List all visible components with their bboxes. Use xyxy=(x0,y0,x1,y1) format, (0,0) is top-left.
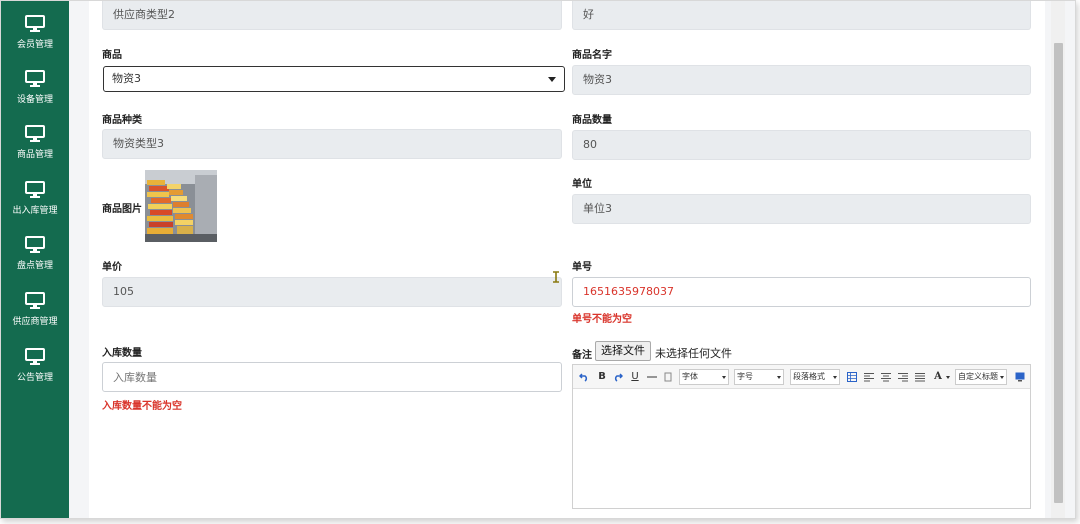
stock-in-error: 入库数量不能为空 xyxy=(102,401,182,412)
sidebar-item-label: 供应商管理 xyxy=(12,317,58,327)
goods-name-field[interactable]: 物资3 xyxy=(572,65,1031,95)
align-justify-icon[interactable] xyxy=(915,372,925,382)
align-left-icon[interactable] xyxy=(864,372,874,382)
preview-icon[interactable] xyxy=(1015,372,1025,382)
bold-button[interactable]: B xyxy=(597,370,607,384)
goods-kind-label: 商品种类 xyxy=(102,115,142,126)
goods-name-label: 商品名字 xyxy=(572,50,612,61)
goods-qty-field[interactable]: 80 xyxy=(572,130,1031,160)
chevron-down-icon xyxy=(777,376,781,379)
underline-button[interactable]: U xyxy=(630,370,640,384)
text-cursor-icon xyxy=(553,271,559,283)
scrollbar-thumb[interactable] xyxy=(1054,43,1063,503)
clear-format-icon[interactable] xyxy=(663,372,673,382)
monitor-icon xyxy=(25,292,45,309)
redo-icon[interactable] xyxy=(613,372,623,382)
custom-title-select[interactable]: 自定义标题 xyxy=(955,369,1007,385)
horizontal-rule-icon[interactable] xyxy=(647,372,657,382)
align-right-icon[interactable] xyxy=(898,372,908,382)
sidebar-item-goods[interactable]: 商品管理 xyxy=(1,115,69,165)
goods-kind-field[interactable]: 物资类型3 xyxy=(102,129,562,159)
stock-in-input[interactable] xyxy=(102,362,562,392)
sidebar-item-announcements[interactable]: 公告管理 xyxy=(1,338,69,388)
remark-label: 备注 xyxy=(572,350,592,361)
monitor-icon xyxy=(25,15,45,32)
order-no-error: 单号不能为空 xyxy=(572,314,632,325)
sidebar: 会员管理 设备管理 商品管理 出入库管理 盘点管理 供应商管理 公告管理 xyxy=(1,1,69,518)
sidebar-item-devices[interactable]: 设备管理 xyxy=(1,60,69,110)
sidebar-item-label: 盘点管理 xyxy=(16,261,53,271)
app-window: 会员管理 设备管理 商品管理 出入库管理 盘点管理 供应商管理 公告管理 供应商… xyxy=(0,0,1076,519)
stock-in-label: 入库数量 xyxy=(102,348,142,359)
sidebar-item-members[interactable]: 会员管理 xyxy=(1,5,69,55)
goods-image-label: 商品图片 xyxy=(102,204,142,215)
sidebar-item-inventory-check[interactable]: 盘点管理 xyxy=(1,226,69,276)
vertical-scrollbar[interactable] xyxy=(1051,1,1065,518)
unit-field[interactable]: 单位3 xyxy=(572,194,1031,224)
sidebar-item-label: 会员管理 xyxy=(16,40,53,50)
sidebar-item-suppliers[interactable]: 供应商管理 xyxy=(1,282,69,332)
goods-image[interactable] xyxy=(145,170,217,242)
goods-photo-icon xyxy=(145,170,217,242)
table-icon[interactable] xyxy=(847,372,857,382)
goods-label: 商品 xyxy=(102,50,122,61)
sidebar-item-label: 公告管理 xyxy=(16,373,53,383)
editor-toolbar: B U 字体 字号 段落格式 A 自定义标题 xyxy=(573,365,1030,389)
monitor-icon xyxy=(25,70,45,87)
undo-icon[interactable] xyxy=(579,372,589,382)
chevron-down-icon xyxy=(833,376,837,379)
font-family-select[interactable]: 字体 xyxy=(679,369,729,385)
choose-file-button[interactable]: 选择文件 xyxy=(595,341,651,361)
no-file-text: 未选择任何文件 xyxy=(655,347,732,360)
goods-qty-label: 商品数量 xyxy=(572,115,612,126)
monitor-icon xyxy=(25,125,45,142)
sidebar-item-label: 商品管理 xyxy=(16,150,53,160)
unit-label: 单位 xyxy=(572,179,592,190)
price-field[interactable]: 105 xyxy=(102,277,562,307)
sidebar-item-stock-inout[interactable]: 出入库管理 xyxy=(1,171,69,221)
monitor-icon xyxy=(25,348,45,365)
sidebar-item-label: 出入库管理 xyxy=(12,206,58,216)
goods-select[interactable]: 物资3 xyxy=(103,66,565,92)
chevron-down-icon xyxy=(946,376,950,379)
chevron-down-icon xyxy=(1000,376,1004,379)
goods-select-value: 物资3 xyxy=(112,72,141,85)
supplier-type-field[interactable]: 供应商类型2 xyxy=(102,1,562,30)
paragraph-format-select[interactable]: 段落格式 xyxy=(790,369,840,385)
chevron-down-icon xyxy=(722,376,726,379)
monitor-icon xyxy=(25,181,45,198)
font-size-select[interactable]: 字号 xyxy=(734,369,784,385)
font-color-button[interactable]: A xyxy=(932,370,944,384)
top-right-field[interactable]: 好 xyxy=(572,1,1031,30)
order-no-field[interactable]: 1651635978037 xyxy=(572,277,1031,307)
sidebar-item-label: 设备管理 xyxy=(16,95,53,105)
chevron-down-icon xyxy=(548,77,556,82)
align-center-icon[interactable] xyxy=(881,372,891,382)
order-no-label: 单号 xyxy=(572,262,592,273)
price-label: 单价 xyxy=(102,262,122,273)
rich-text-editor[interactable]: B U 字体 字号 段落格式 A 自定义标题 xyxy=(572,364,1031,509)
monitor-icon xyxy=(25,236,45,253)
